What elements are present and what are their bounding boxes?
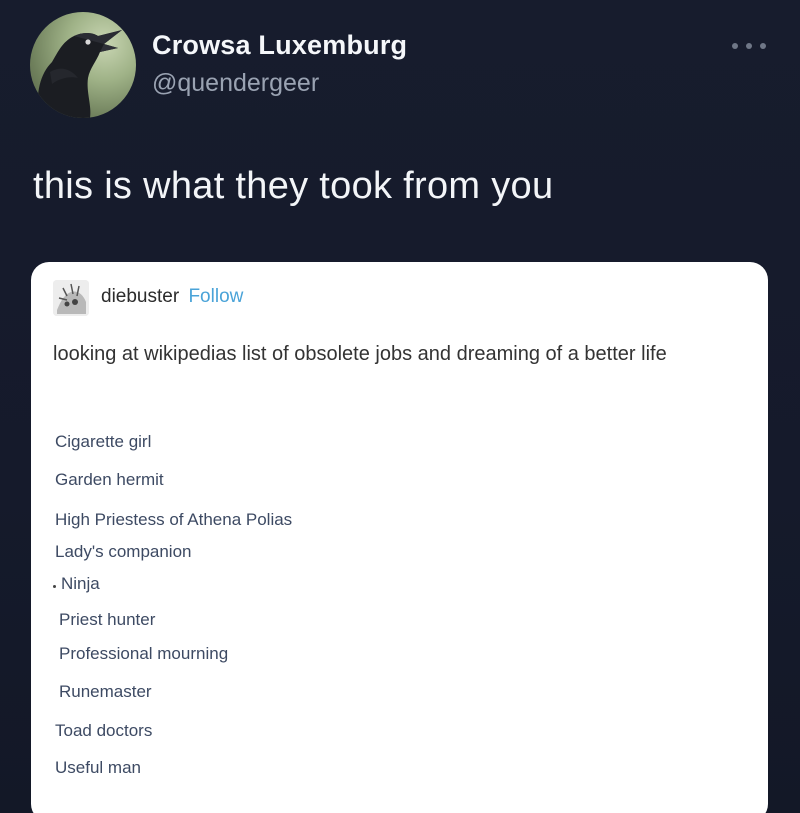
job-link-garden-hermit[interactable]: Garden hermit <box>55 470 164 490</box>
job-link-runemaster[interactable]: Runemaster <box>59 682 152 702</box>
user-handle[interactable]: @quendergeer <box>152 69 319 98</box>
list-bullet <box>53 585 56 588</box>
tweet-screen: Crowsa Luxemburg @quendergeer this is wh… <box>0 0 800 813</box>
embed-post-text: looking at wikipedias list of obsolete j… <box>53 343 667 365</box>
dot <box>746 43 752 49</box>
job-link-professional-mourning[interactable]: Professional mourning <box>59 644 228 664</box>
embed-user-avatar[interactable] <box>53 280 89 316</box>
job-link-priest-hunter[interactable]: Priest hunter <box>59 610 155 630</box>
embed-username-row: diebuster Follow <box>101 286 243 308</box>
job-link-useful-man[interactable]: Useful man <box>55 758 141 778</box>
embedded-post-card[interactable]: diebuster Follow looking at wikipedias l… <box>31 262 768 813</box>
crow-icon <box>37 30 122 118</box>
sketch-avatar-icon <box>53 280 89 316</box>
job-link-ninja[interactable]: Ninja <box>61 574 100 594</box>
embed-username[interactable]: diebuster <box>101 286 179 307</box>
tweet-text: this is what they took from you <box>33 165 554 207</box>
follow-link[interactable]: Follow <box>188 286 243 307</box>
more-options-icon[interactable] <box>732 38 766 54</box>
job-link-ladys-companion[interactable]: Lady's companion <box>55 542 192 562</box>
dot <box>760 43 766 49</box>
profile-avatar[interactable] <box>30 12 136 118</box>
display-name[interactable]: Crowsa Luxemburg <box>152 30 407 61</box>
job-link-cigarette-girl[interactable]: Cigarette girl <box>55 432 151 452</box>
job-link-high-priestess[interactable]: High Priestess of Athena Polias <box>55 510 292 530</box>
job-link-toad-doctors[interactable]: Toad doctors <box>55 721 152 741</box>
dot <box>732 43 738 49</box>
